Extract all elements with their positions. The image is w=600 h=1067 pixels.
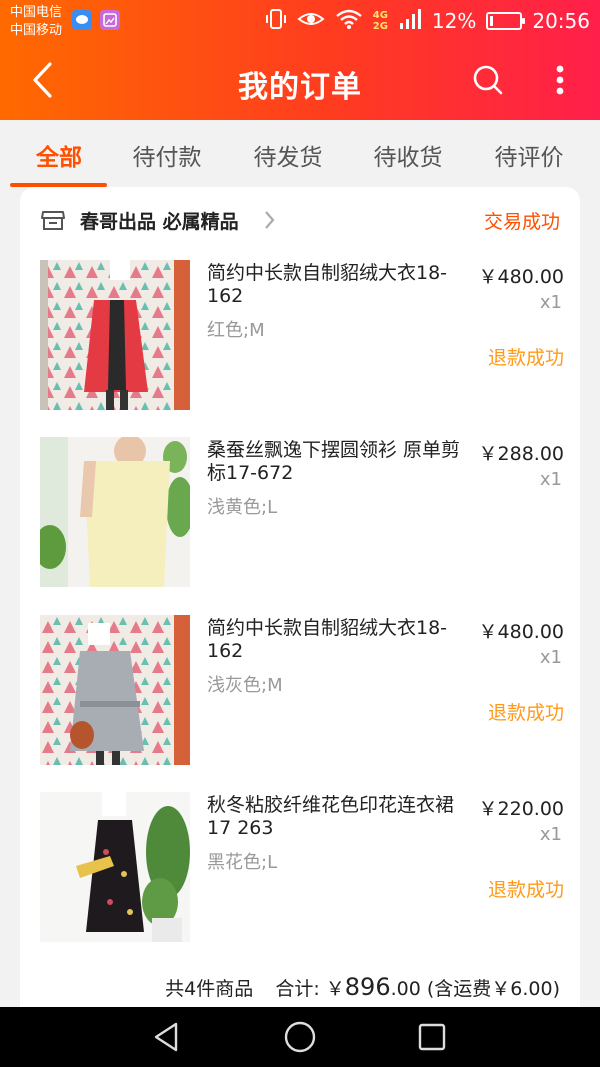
floral-dress-photo — [40, 792, 190, 942]
eye-comfort-icon — [297, 9, 325, 34]
total-amount-integer: 896 — [344, 973, 391, 1001]
total-currency: ￥ — [325, 978, 345, 1000]
product-sku: 浅灰色;M — [207, 675, 283, 696]
signal-icon — [398, 8, 422, 35]
network-tag-4g: 4G — [372, 10, 388, 21]
shipping-fee: (含运费￥6.00) — [426, 978, 560, 1000]
message-notification-icon — [72, 10, 92, 30]
carrier-info: 中国电信 中国移动 — [10, 4, 62, 40]
tab-pending-payment[interactable]: 待付款 — [112, 138, 222, 182]
refund-status[interactable]: 退款成功 — [488, 698, 564, 725]
refund-status[interactable]: 退款成功 — [488, 343, 564, 370]
gray-coat-photo — [40, 615, 190, 765]
title-bar: 我的订单 — [0, 42, 600, 120]
order-item[interactable]: 简约中长款自制貂绒大衣18-162 浅灰色;M ￥480.00 x1 退款成功 — [20, 615, 580, 765]
order-status: 交易成功 — [483, 211, 560, 233]
product-sku: 红色;M — [207, 320, 265, 341]
product-price: ￥480.00 — [478, 266, 564, 288]
product-title[interactable]: 桑蚕丝飘逸下摆圆领衫 原单剪标17-672 — [207, 439, 469, 485]
shop-icon — [41, 211, 65, 230]
refund-status[interactable]: 退款成功 — [488, 875, 564, 902]
tab-pending-review[interactable]: 待评价 — [474, 138, 584, 182]
product-quantity: x1 — [539, 824, 562, 845]
product-price: ￥480.00 — [478, 621, 564, 643]
gallery-notification-icon — [100, 10, 120, 30]
carrier-2: 中国移动 — [10, 23, 63, 38]
order-item[interactable]: 桑蚕丝飘逸下摆圆领衫 原单剪标17-672 浅黄色;L ￥288.00 x1 — [20, 437, 580, 587]
nav-recents-button[interactable] — [412, 1019, 452, 1055]
battery-icon — [486, 12, 526, 30]
product-price: ￥220.00 — [478, 798, 564, 820]
order-item[interactable]: 简约中长款自制貂绒大衣18-162 红色;M ￥480.00 x1 退款成功 — [20, 260, 580, 410]
clock: 20:56 — [532, 9, 590, 33]
shop-header[interactable]: 春哥出品 必属精品 交易成功 — [20, 187, 580, 253]
item-count: 共4件商品 — [165, 978, 254, 1000]
product-sku: 浅黄色;L — [207, 497, 278, 518]
search-icon — [473, 65, 503, 95]
notification-icons — [72, 10, 120, 30]
total-label: 合计: — [275, 978, 320, 1000]
product-quantity: x1 — [539, 292, 562, 313]
order-item[interactable]: 秋冬粘胶纤维花色印花连衣裙 17 263 黑花色;L ￥220.00 x1 退款… — [20, 792, 580, 942]
product-title[interactable]: 秋冬粘胶纤维花色印花连衣裙 17 263 — [207, 794, 469, 840]
status-bar: 中国电信 中国移动 4G 2G 12% 20:56 — [0, 0, 600, 42]
battery-level-fill — [490, 16, 494, 26]
product-title[interactable]: 简约中长款自制貂绒大衣18-162 — [207, 617, 469, 663]
total-amount-decimal: .00 — [390, 978, 421, 1000]
circle-home-icon — [284, 1021, 316, 1053]
vibrate-icon — [265, 8, 287, 35]
order-summary: 共4件商品 合计: ￥896.00 (含运费￥6.00) — [165, 973, 560, 1001]
triangle-back-icon — [154, 1022, 178, 1052]
red-coat-photo — [40, 260, 190, 410]
app-header: 中国电信 中国移动 4G 2G 12% 20:56 我的订单 — [0, 0, 600, 120]
tab-pending-receipt[interactable]: 待收货 — [353, 138, 463, 182]
network-tag-2g: 2G — [372, 21, 388, 32]
product-title[interactable]: 简约中长款自制貂绒大衣18-162 — [207, 262, 469, 308]
tab-pending-shipment[interactable]: 待发货 — [233, 138, 343, 182]
product-quantity: x1 — [539, 647, 562, 668]
more-button[interactable] — [542, 60, 578, 100]
product-price: ￥288.00 — [478, 443, 564, 465]
product-image[interactable] — [40, 792, 190, 942]
nav-back-button[interactable] — [146, 1019, 186, 1055]
status-right: 4G 2G 12% 20:56 — [265, 6, 590, 36]
square-recents-icon — [418, 1023, 446, 1051]
product-image[interactable] — [40, 615, 190, 765]
tab-all[interactable]: 全部 — [4, 138, 114, 182]
product-sku: 黑花色;L — [207, 852, 278, 873]
battery-percent: 12% — [431, 9, 477, 33]
nav-home-button[interactable] — [280, 1019, 320, 1055]
network-type: 4G 2G — [373, 10, 388, 32]
product-quantity: x1 — [539, 469, 562, 490]
system-nav-bar — [0, 1007, 600, 1067]
more-vertical-icon — [556, 65, 564, 95]
page-title: 我的订单 — [238, 70, 362, 105]
order-tabs: 全部 待付款 待发货 待收货 待评价 — [0, 120, 600, 188]
search-button[interactable] — [468, 60, 508, 100]
carrier-1: 中国电信 — [10, 5, 63, 20]
wifi-icon — [335, 8, 363, 35]
yellow-top-photo — [40, 437, 190, 587]
product-image[interactable] — [40, 437, 190, 587]
shop-name[interactable]: 春哥出品 必属精品 — [80, 207, 239, 234]
order-card[interactable]: 春哥出品 必属精品 交易成功 简约中长款自制貂绒大衣18-162 红色;M ￥4… — [20, 187, 580, 1027]
chevron-right-icon — [265, 211, 275, 229]
product-image[interactable] — [40, 260, 190, 410]
